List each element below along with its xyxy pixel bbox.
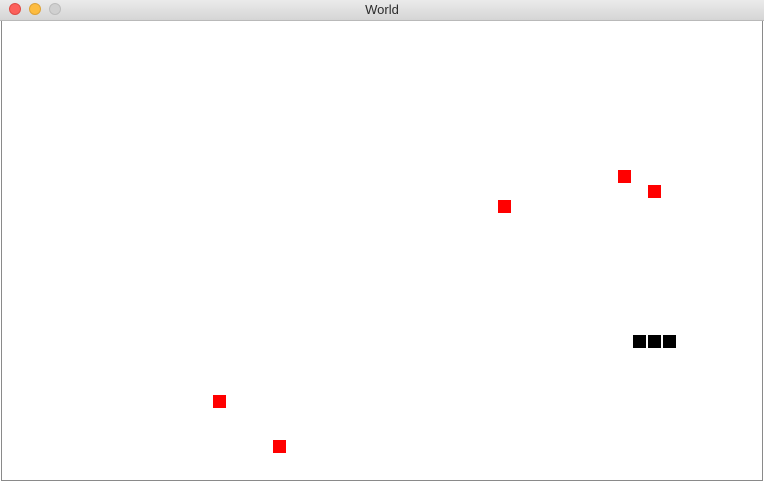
window-title: World — [365, 2, 399, 17]
food-pellet-4 — [273, 440, 286, 453]
food-pellet-0 — [618, 170, 631, 183]
snake-segment-2 — [663, 335, 676, 348]
app-window: World — [0, 0, 764, 483]
food-pellet-3 — [213, 395, 226, 408]
game-canvas[interactable] — [1, 21, 763, 481]
snake-segment-1 — [648, 335, 661, 348]
snake-segment-0 — [633, 335, 646, 348]
food-pellet-1 — [648, 185, 661, 198]
food-pellet-2 — [498, 200, 511, 213]
title-bar[interactable]: World — [0, 0, 764, 21]
